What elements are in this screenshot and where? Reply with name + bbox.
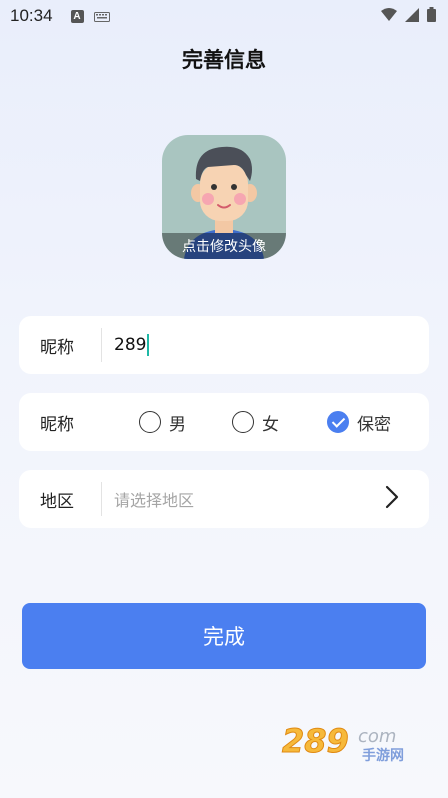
accessibility-icon: A [70, 9, 84, 23]
radio-checked-icon [327, 411, 349, 433]
svg-text:289: 289 [282, 722, 349, 760]
signal-icon [405, 7, 419, 26]
status-time: 10:34 [10, 6, 53, 25]
avatar-caption: 点击修改头像 [162, 233, 286, 259]
svg-text:com: com [358, 726, 396, 747]
gender-label: 昵称 [40, 414, 74, 435]
keyboard-icon [93, 7, 110, 26]
watermark-logo: 289 com 手游网 [280, 718, 430, 768]
region-label: 地区 [40, 491, 74, 512]
svg-text:手游网: 手游网 [362, 747, 404, 764]
nickname-input[interactable]: 289 [114, 334, 374, 356]
battery-icon [427, 7, 436, 26]
nickname-row: 昵称 289 [19, 316, 429, 374]
gender-option-label: 女 [262, 414, 279, 435]
wifi-icon [381, 7, 397, 26]
region-placeholder: 请选择地区 [114, 491, 195, 510]
gender-option-secret[interactable]: 保密 [327, 410, 391, 435]
page-title: 完善信息 [182, 48, 266, 72]
gender-option-label: 保密 [357, 414, 391, 435]
region-selector[interactable]: 地区 请选择地区 [19, 470, 429, 528]
nickname-label: 昵称 [40, 337, 74, 358]
avatar-button[interactable]: 点击修改头像 [162, 135, 286, 259]
gender-option-female[interactable]: 女 [232, 410, 279, 435]
divider [101, 328, 102, 362]
gender-row: 昵称 男 女 保密 [19, 393, 429, 451]
text-cursor [147, 334, 150, 356]
chevron-right-icon [385, 485, 399, 513]
submit-button[interactable]: 完成 [22, 603, 426, 669]
gender-option-label: 男 [169, 414, 186, 435]
gender-options: 男 女 保密 [101, 410, 391, 435]
radio-unchecked-icon [139, 411, 161, 433]
status-bar: 10:34 A [0, 0, 448, 32]
radio-unchecked-icon [232, 411, 254, 433]
divider [101, 482, 102, 516]
gender-option-male[interactable]: 男 [139, 410, 186, 435]
nickname-value: 289 [114, 335, 147, 355]
